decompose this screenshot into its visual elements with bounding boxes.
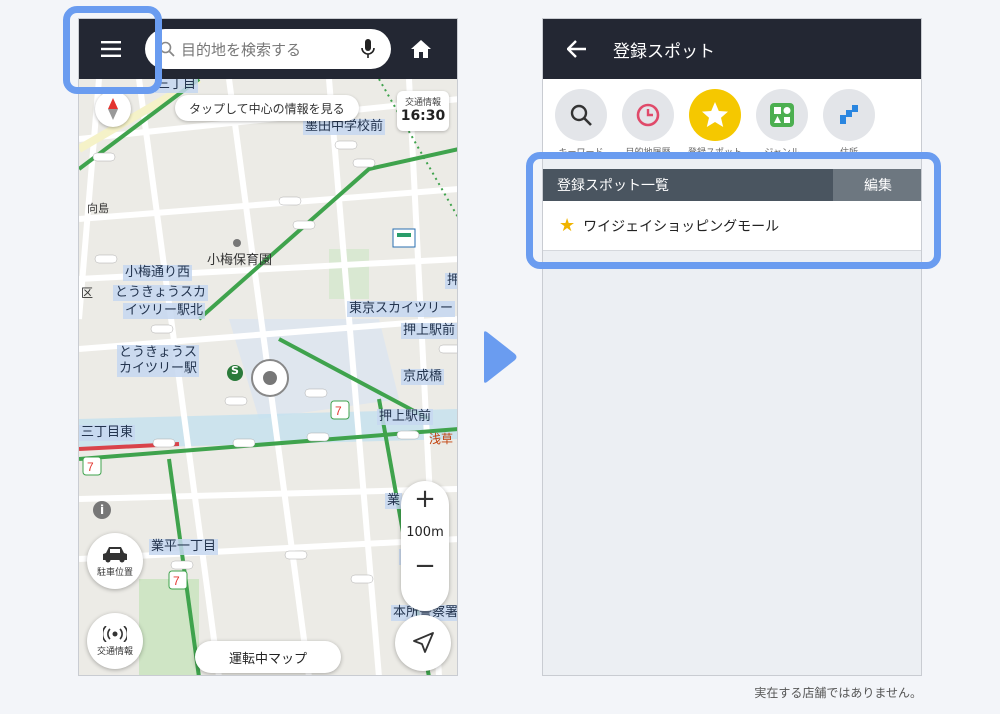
map-label: とうきょうスカ: [113, 285, 209, 301]
traffic-info-button-label: 交通情報: [96, 646, 133, 657]
driving-map-button[interactable]: 運転中マップ: [195, 641, 341, 673]
map-label: 区: [81, 286, 94, 300]
next-step-arrow-icon: [484, 331, 517, 383]
traffic-info-clock: 16:30: [400, 108, 446, 124]
zoom-out-button[interactable]: −: [401, 548, 449, 584]
zoom-control: + 100m −: [401, 481, 449, 611]
map-label: イツリー駅北: [123, 303, 206, 319]
back-arrow-icon: [567, 40, 586, 58]
map-label: カイツリー駅: [117, 361, 200, 377]
menu-highlight-box: [63, 6, 162, 94]
disclaimer-text: 実在する店舗ではありません。: [754, 686, 922, 700]
search-placeholder: 目的地を検索する: [181, 40, 302, 59]
map-label: 小梅通り西: [123, 265, 193, 281]
zoom-in-button[interactable]: +: [401, 481, 449, 517]
station-badge: S: [231, 364, 239, 377]
category-keyword[interactable]: [555, 89, 607, 141]
map-label: 浅草: [429, 432, 454, 446]
list-highlight-box: [526, 152, 941, 269]
parking-location-button[interactable]: 駐車位置: [87, 533, 143, 589]
genre-icon: [770, 103, 794, 127]
navigation-arrow-icon: [413, 632, 434, 653]
map-label: 押: [445, 273, 457, 289]
svg-text:7: 7: [173, 574, 180, 588]
svg-text:7: 7: [335, 404, 342, 418]
address-icon: [840, 105, 858, 124]
map-label: 向島: [87, 202, 109, 215]
map-label: 小梅保育園: [207, 253, 273, 268]
current-location-marker: [251, 359, 289, 397]
car-icon: [103, 546, 127, 562]
map-label: とうきょうス: [117, 345, 200, 361]
category-registered[interactable]: [689, 89, 741, 141]
star-icon: [702, 102, 728, 127]
clock-icon: [636, 103, 660, 127]
spots-topbar: 登録スポット: [543, 19, 921, 79]
traffic-info-time[interactable]: 交通情報 16:30: [397, 91, 449, 131]
svg-text:7: 7: [87, 460, 94, 474]
info-icon[interactable]: i: [93, 501, 111, 519]
map-screen: 7 7 7 S 墨田中学校前 小梅保育園 小梅通り西 とうきょうスカ イツリー駅…: [78, 18, 458, 676]
category-history[interactable]: [622, 89, 674, 141]
search-input[interactable]: 目的地を検索する: [145, 29, 391, 69]
map-label: 押上駅前: [401, 323, 457, 339]
category-genre[interactable]: [756, 89, 808, 141]
home-icon: [411, 40, 431, 58]
search-icon: [570, 104, 592, 126]
map-label: 三丁目東: [79, 425, 136, 441]
map-label: 東京スカイツリー: [347, 301, 456, 317]
center-info-hint[interactable]: タップして中心の情報を見る: [175, 95, 359, 121]
map-label: 墨田中学校前: [303, 119, 386, 135]
category-address[interactable]: [823, 89, 875, 141]
traffic-info-label: 交通情報: [404, 98, 441, 108]
map-label: 押上駅前: [377, 409, 434, 425]
current-location-button[interactable]: [395, 615, 451, 671]
map-label: 業平一丁目: [149, 539, 219, 555]
compass-button[interactable]: [95, 91, 131, 127]
parking-location-label: 駐車位置: [96, 567, 133, 578]
back-button[interactable]: [567, 35, 595, 63]
map-label: 業: [385, 493, 403, 509]
broadcast-icon: [103, 625, 127, 642]
map-scale: 100m: [406, 525, 444, 540]
traffic-info-button[interactable]: 交通情報: [87, 613, 143, 669]
registered-spots-screen: 登録スポット キーワード 目的地履歴 登録スポット ジャンル 住所 登録スポット…: [542, 18, 922, 676]
map-label: 京成橋: [401, 369, 445, 385]
page-title: 登録スポット: [613, 42, 715, 62]
compass-icon: [108, 98, 118, 120]
microphone-icon[interactable]: [361, 39, 375, 59]
category-row: キーワード 目的地履歴 登録スポット ジャンル 住所: [543, 79, 921, 155]
home-button[interactable]: [407, 35, 435, 63]
